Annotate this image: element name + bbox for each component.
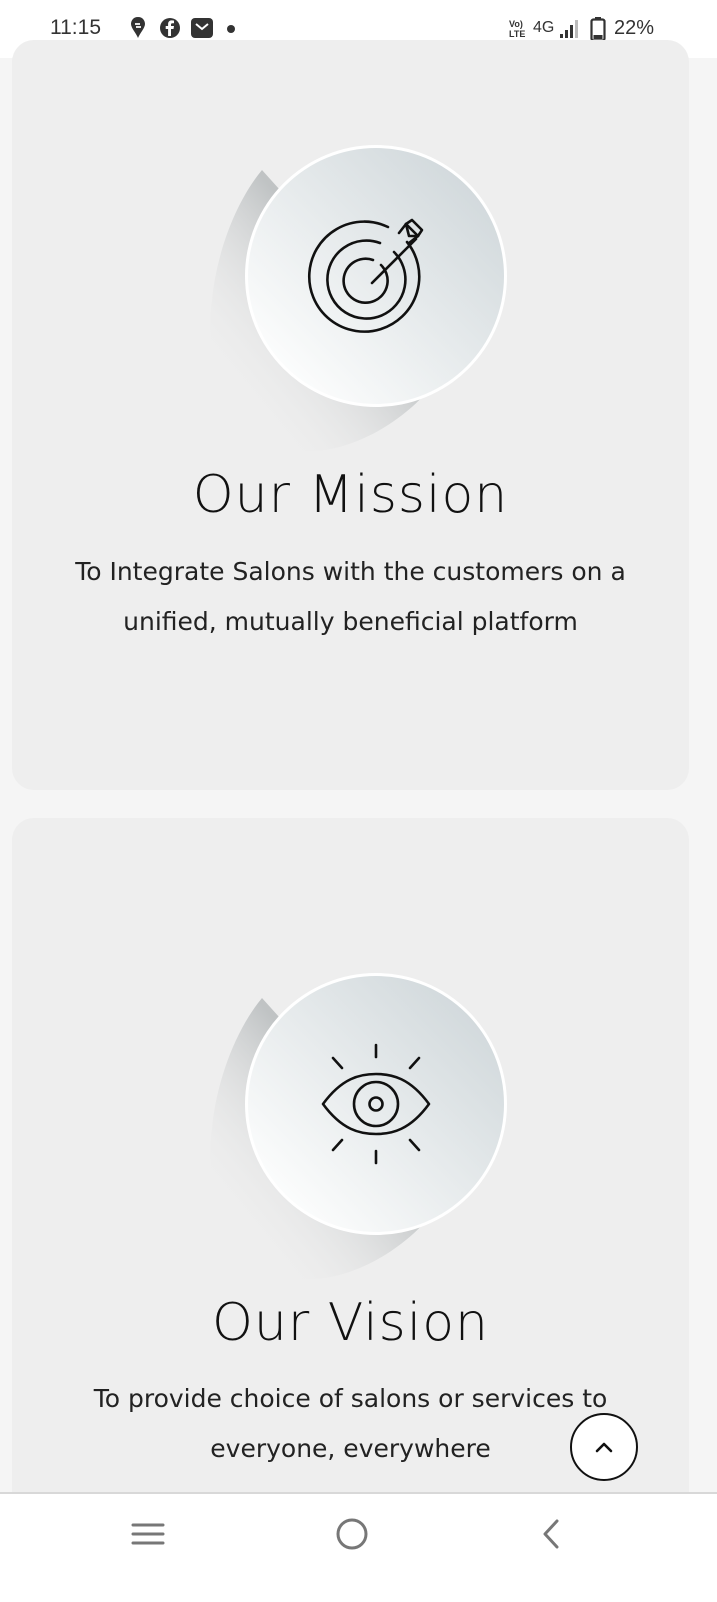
scroll-to-top-button[interactable] — [570, 1413, 638, 1481]
network-label: 4G — [533, 19, 555, 36]
swiggy-icon — [131, 17, 145, 38]
recent-apps-icon — [131, 1523, 165, 1545]
chevron-up-icon — [595, 1442, 613, 1453]
signal-icon — [560, 20, 578, 38]
status-time: 11:15 — [50, 16, 101, 39]
vision-text: To provide choice of salons or services … — [93, 1384, 608, 1463]
battery-icon — [590, 17, 606, 42]
target-icon — [210, 145, 507, 452]
svg-text:Vo): Vo) — [509, 19, 523, 29]
volte-icon: Vo) LTE — [509, 19, 525, 39]
facebook-icon — [160, 18, 180, 38]
mission-card: Our Mission To Integrate Salons with the… — [12, 40, 689, 790]
navigation-bar — [0, 1492, 717, 1602]
eye-icon — [210, 973, 507, 1280]
vision-title: Our Vision — [212, 1293, 489, 1353]
recent-apps-button[interactable] — [118, 1514, 178, 1554]
mail-icon — [191, 18, 213, 38]
dot-icon — [227, 25, 235, 33]
home-icon — [336, 1518, 368, 1550]
mission-text: To Integrate Salons with the customers o… — [75, 557, 626, 636]
home-button[interactable] — [322, 1514, 382, 1554]
svg-text:LTE: LTE — [509, 29, 525, 39]
vision-card: Our Vision To provide choice of salons o… — [12, 818, 689, 1518]
back-button[interactable] — [522, 1514, 582, 1554]
back-icon — [543, 1519, 559, 1549]
battery-percent: 22% — [614, 17, 655, 39]
mission-title: Our Mission — [192, 465, 509, 525]
